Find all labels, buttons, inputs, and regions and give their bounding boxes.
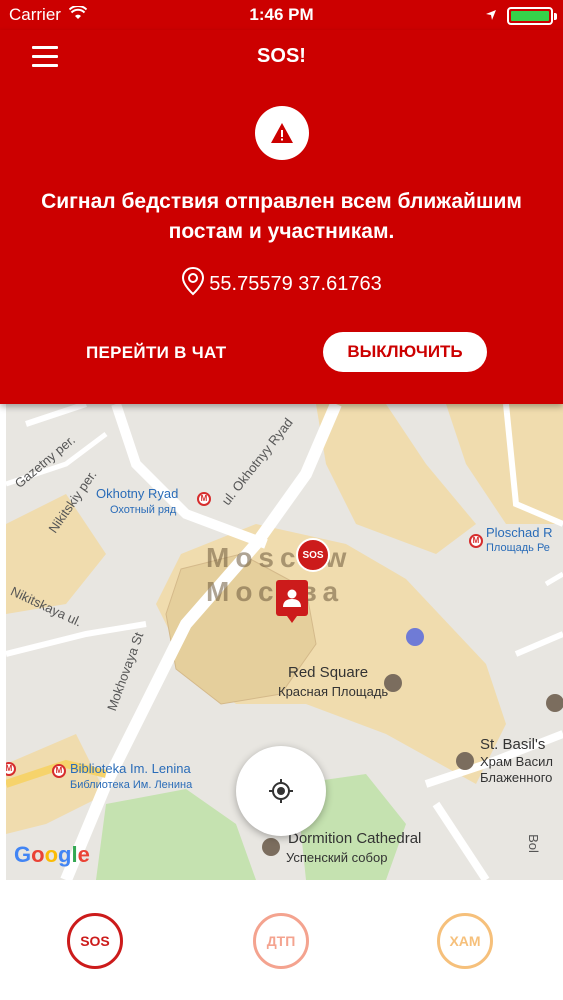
sos-alert-panel: SOS! Сигнал бедствия отправлен всем ближ… <box>0 30 563 404</box>
page-title: SOS! <box>257 45 306 67</box>
label-okhotny-en: Okhotny Ryad <box>96 486 179 501</box>
poi-icon <box>262 838 280 856</box>
label-moscow-en: Moscow <box>206 542 353 573</box>
label-dormition-ru: Успенский собор <box>286 850 388 865</box>
google-logo: Google <box>14 842 90 867</box>
tab-sos[interactable]: SOS <box>67 913 123 969</box>
go-to-chat-button[interactable]: ПЕРЕЙТИ В ЧАТ <box>86 343 226 363</box>
label-ploschad-en: Ploschad R <box>486 525 553 540</box>
label-st-basil-ru2: Блаженного <box>480 770 553 785</box>
locate-me-button[interactable] <box>236 746 326 836</box>
coordinates: 55.75579 37.61763 <box>0 266 563 302</box>
coordinates-value: 55.75579 37.61763 <box>209 272 382 295</box>
status-bar: Carrier 1:46 PM <box>0 0 563 30</box>
label-dormition-en: Dormition Cathedral <box>288 830 422 847</box>
crosshair-icon <box>269 779 293 803</box>
metro-icon: M <box>469 534 483 548</box>
alert-message: Сигнал бедствия отправлен всем ближайшим… <box>41 190 522 243</box>
label-red-square-en: Red Square <box>288 664 369 681</box>
tab-dtp[interactable]: ДТП <box>253 913 309 969</box>
location-arrow-icon <box>485 6 497 26</box>
label-red-square-ru: Красная Площадь <box>278 684 389 699</box>
street-label-bol: Bol <box>525 834 541 853</box>
user-icon <box>283 589 301 607</box>
sos-map-marker[interactable]: SOS <box>296 538 330 572</box>
tab-ham[interactable]: ХАМ <box>437 913 493 969</box>
label-ploschad-ru: Площадь Ре <box>486 542 550 554</box>
status-time: 1:46 PM <box>249 5 314 24</box>
metro-icon: M <box>52 764 66 778</box>
user-location-marker[interactable] <box>276 580 308 623</box>
location-pin-icon <box>181 266 205 302</box>
poi-icon <box>406 628 424 646</box>
poi-icon <box>546 694 563 712</box>
metro-icon: M <box>197 492 211 506</box>
label-st-basil-en: St. Basil's <box>480 736 546 753</box>
turn-off-button[interactable]: ВЫКЛЮЧИТЬ <box>323 332 487 372</box>
poi-icon <box>384 674 402 692</box>
battery-icon <box>507 7 557 25</box>
label-biblioteka-en: Biblioteka Im. Lenina <box>70 761 191 776</box>
warning-icon <box>255 106 309 160</box>
poi-icon <box>456 752 474 770</box>
status-right <box>485 6 557 26</box>
label-biblioteka-ru: Библиотека Им. Ленина <box>70 779 193 791</box>
label-okhotny-ru: Охотный ряд <box>110 504 177 516</box>
bottom-tab-bar: SOS ДТП ХАМ <box>0 880 563 1000</box>
label-st-basil-ru1: Храм Васил <box>480 754 553 769</box>
